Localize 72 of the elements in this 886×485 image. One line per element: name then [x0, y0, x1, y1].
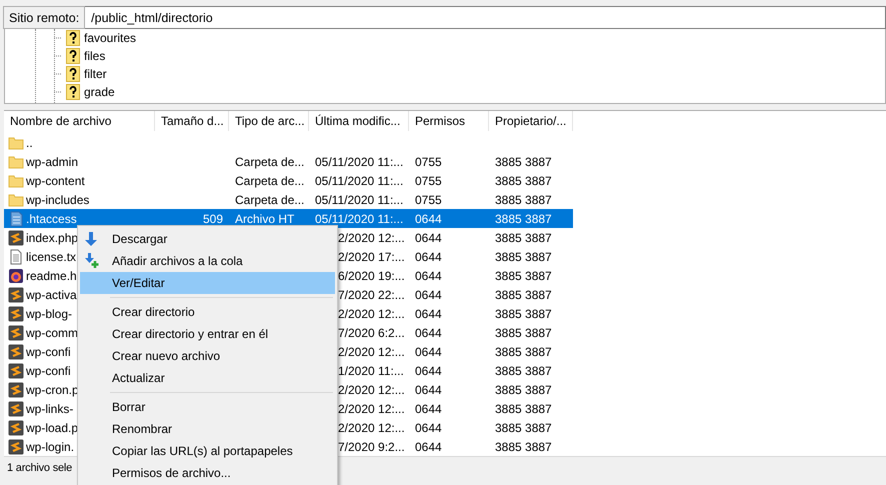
permissions: 0644 [415, 212, 442, 226]
file-name: wp-load.p [26, 420, 78, 434]
permissions: 0644 [415, 440, 442, 454]
modified-date: 7/2020 22:... [338, 288, 405, 302]
permissions: 0644 [415, 344, 442, 358]
modified-date: 7/2020 9:2... [338, 440, 405, 454]
file-name: wp-links- [26, 402, 74, 416]
file-name: wp-confi [26, 344, 71, 358]
file-name: wp-includes [26, 192, 90, 206]
file-type: Archivo HT [235, 212, 294, 226]
modified-date: 2/2020 12:... [338, 230, 405, 244]
file-name: index.php [26, 230, 78, 244]
modified-date: 2/2020 12:... [338, 382, 405, 396]
permissions: 0644 [415, 230, 442, 244]
owner-group: 3885 3887 [495, 154, 552, 168]
file-name: wp-cron.p [26, 382, 79, 396]
modified-date: 05/11/2020 11:... [315, 192, 404, 206]
owner-group: 3885 3887 [495, 212, 552, 226]
file-name: wp-admin [26, 154, 78, 168]
file-name: .htaccess [26, 212, 77, 226]
owner-group: 3885 3887 [495, 344, 552, 358]
remote-site-label: Sitio remoto: [3, 6, 86, 29]
file-name: .. [26, 136, 33, 150]
permissions: 0644 [415, 326, 442, 340]
file-name: wp-content [26, 174, 85, 188]
permissions: 0755 [415, 174, 442, 188]
owner-group: 3885 3887 [495, 192, 552, 206]
owner-group: 3885 3887 [495, 420, 552, 434]
file-name: license.tx [26, 250, 76, 264]
modified-date: 6/2020 19:... [338, 268, 405, 282]
modified-date: 2/2020 12:... [338, 402, 405, 416]
file-type: Carpeta de... [235, 154, 304, 168]
owner-group: 3885 3887 [495, 288, 552, 302]
modified-date: 2/2020 12:... [338, 420, 405, 434]
owner-group: 3885 3887 [495, 174, 552, 188]
owner-group: 3885 3887 [495, 402, 552, 416]
owner-group: 3885 3887 [495, 440, 552, 454]
file-name: wp-activa [26, 288, 77, 302]
owner-group: 3885 3887 [495, 364, 552, 378]
permissions: 0644 [415, 250, 442, 264]
permissions: 0755 [415, 192, 442, 206]
owner-group: 3885 3887 [495, 230, 552, 244]
file-name: wp-login. [26, 440, 74, 454]
permissions: 0644 [415, 382, 442, 396]
status-text: 1 archivo sele [7, 462, 72, 474]
file-size: 509 [202, 212, 223, 226]
owner-group: 3885 3887 [495, 382, 552, 396]
permissions: 0644 [415, 364, 442, 378]
modified-date: 1/2020 11:... [338, 364, 404, 378]
modified-date: 05/11/2020 11:... [315, 174, 404, 188]
owner-group: 3885 3887 [495, 268, 552, 282]
file-type: Carpeta de... [235, 174, 304, 188]
modified-date: 7/2020 6:2... [338, 326, 405, 340]
permissions: 0755 [415, 154, 442, 168]
owner-group: 3885 3887 [495, 250, 552, 264]
permissions: 0644 [415, 420, 442, 434]
permissions: 0644 [415, 288, 442, 302]
modified-date: 05/11/2020 11:... [315, 154, 404, 168]
permissions: 0644 [415, 306, 442, 320]
permissions: 0644 [415, 402, 442, 416]
owner-group: 3885 3887 [495, 306, 552, 320]
modified-date: 2/2020 12:... [338, 344, 405, 358]
modified-date: 05/11/2020 11:... [315, 212, 404, 226]
file-type: Carpeta de... [235, 192, 304, 206]
owner-group: 3885 3887 [495, 326, 552, 340]
permissions: 0644 [415, 268, 442, 282]
file-name: wp-comm [26, 326, 78, 340]
file-name: wp-blog- [26, 306, 72, 320]
file-name: readme.h [26, 268, 77, 282]
file-name: wp-confi [26, 364, 71, 378]
modified-date: 2/2020 17:... [338, 250, 405, 264]
modified-date: 2/2020 12:... [338, 306, 405, 320]
